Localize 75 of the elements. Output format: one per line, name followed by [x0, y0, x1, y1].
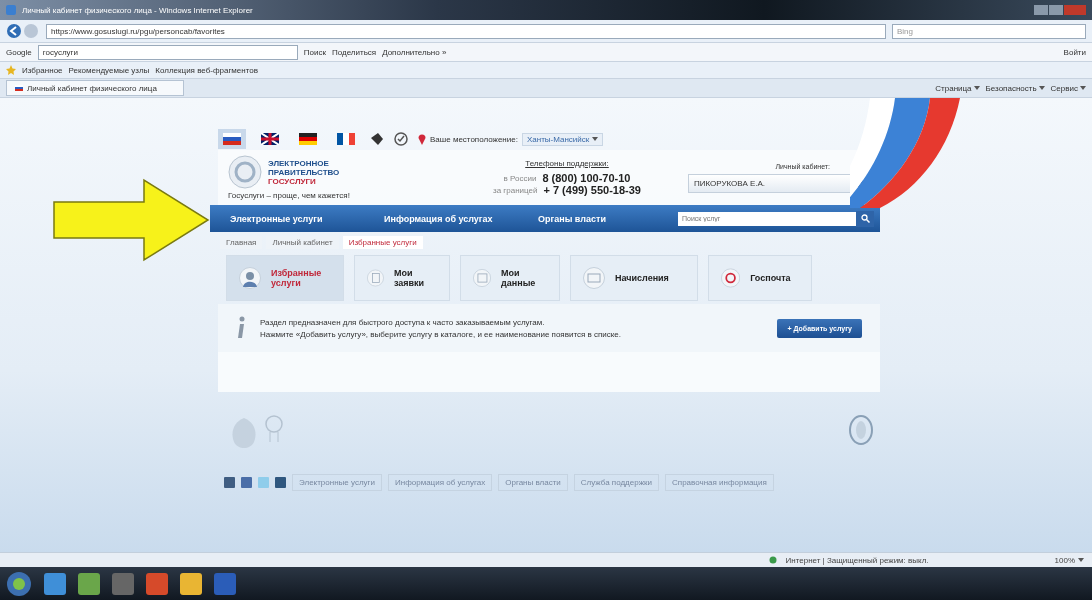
caret-icon: [1078, 558, 1084, 562]
browser-tab[interactable]: Личный кабинет физического лица: [6, 80, 184, 96]
search-engine-label: Google: [6, 47, 32, 57]
slogan: Госуслуги – проще, чем кажется!: [228, 191, 351, 200]
folder-icon[interactable]: [78, 572, 100, 595]
nav-link[interactable]: Электронные услуги: [216, 213, 370, 224]
phone-number: + 7 (499) 550-18-39: [543, 184, 641, 196]
tab-title: Личный кабинет физического лица: [27, 83, 157, 93]
document-icon: [367, 267, 384, 289]
document-icon: [583, 267, 605, 289]
location-dropdown[interactable]: Ханты-Мансийск: [521, 132, 604, 146]
caret-icon: [592, 137, 599, 141]
phones-title: Телефоны поддержки:: [525, 159, 609, 168]
toolbar-button[interactable]: Поиск: [303, 47, 326, 57]
check-circle-icon[interactable]: [394, 132, 408, 146]
section-tab[interactable]: Мои заявки: [354, 255, 450, 301]
location-label: Ваше местоположение:: [430, 134, 518, 144]
breadcrumb-link[interactable]: Избранные услуги: [342, 235, 423, 249]
phone-number: 8 (800) 100-70-10: [542, 172, 631, 184]
toolbar-button[interactable]: Поделиться: [331, 47, 377, 57]
logo-text: ПРАВИТЕЛЬСТВО: [268, 167, 340, 177]
flag-icon: [15, 85, 23, 91]
search-placeholder: Bing: [897, 26, 913, 36]
caret-icon: [1080, 86, 1086, 90]
info-text: Нажмите «Добавить услугу», выберите услугу в каталоге, и ее наименование появится в списке.: [260, 329, 623, 339]
globe-icon: [769, 556, 778, 564]
window-icon: [6, 5, 16, 15]
browser-icon[interactable]: [146, 572, 168, 595]
person-icon: [239, 267, 261, 289]
section-tab[interactable]: Госпочта: [708, 255, 812, 301]
logo-text: ГОСУСЛУГИ: [268, 176, 317, 186]
document-icon: [473, 267, 492, 289]
back-forward-icon[interactable]: [6, 23, 40, 39]
command-menu[interactable]: Безопасность: [985, 83, 1045, 93]
address-field[interactable]: https://www.gosuslugi.ru/pgu/personcab/favorites: [46, 23, 886, 39]
command-menu[interactable]: Сервис: [1050, 83, 1086, 93]
section-tab[interactable]: Начисления: [570, 255, 698, 301]
favorites-button[interactable]: Избранное: [22, 65, 63, 75]
flag-icon: [223, 133, 241, 145]
location-pin-icon: [418, 133, 426, 145]
start-button-icon[interactable]: [6, 570, 32, 597]
search-button[interactable]: [856, 210, 874, 227]
info-text: Раздел предназначен для быстрого доступа к часто заказываемым услугам.: [260, 317, 546, 327]
signin-link[interactable]: Войти: [1063, 47, 1086, 57]
address-text: https://www.gosuslugi.ru/pgu/personcab/favorites: [51, 26, 225, 36]
info-icon: [236, 316, 246, 340]
security-zone-text: Интернет | Защищенный режим: выкл.: [785, 555, 929, 565]
window-controls[interactable]: [1034, 5, 1086, 15]
logo-text: ЭЛЕКТРОННОЕ: [268, 158, 330, 168]
nav-link[interactable]: Органы власти: [524, 213, 678, 224]
ministry-emblem-icon: [848, 414, 874, 446]
flag-icon: [337, 133, 355, 145]
phone-region: в России: [503, 173, 537, 183]
flag-icon: [261, 133, 279, 145]
phone-region: за границей: [493, 185, 538, 195]
google-search-field[interactable]: госуслуги: [37, 44, 298, 60]
favorites-link[interactable]: Рекомендуемые узлы: [68, 65, 150, 75]
emblem-icon: [228, 155, 262, 189]
star-icon: [6, 65, 16, 75]
command-menu[interactable]: Страница: [935, 83, 980, 93]
toolbar-button[interactable]: Дополнительно »: [382, 47, 447, 57]
search-icon: [860, 214, 870, 223]
section-tab[interactable]: Мои данные: [460, 255, 560, 301]
caret-icon: [973, 86, 980, 90]
folder-icon[interactable]: [180, 572, 202, 595]
window-title: Личный кабинет физического лица - Windows Internet Explorer: [22, 5, 253, 15]
flag-icon: [299, 133, 317, 145]
language-button[interactable]: [218, 129, 246, 149]
browser-icon[interactable]: [44, 572, 66, 595]
section-tab[interactable]: Избранные услуги: [226, 255, 344, 301]
favorites-link[interactable]: Коллекция веб-фрагментов: [155, 65, 258, 75]
nav-link[interactable]: Информация об услугах: [370, 213, 524, 224]
caret-icon: [1038, 86, 1045, 90]
mail-icon: [721, 267, 741, 289]
zoom-level[interactable]: 100%: [1054, 555, 1084, 565]
